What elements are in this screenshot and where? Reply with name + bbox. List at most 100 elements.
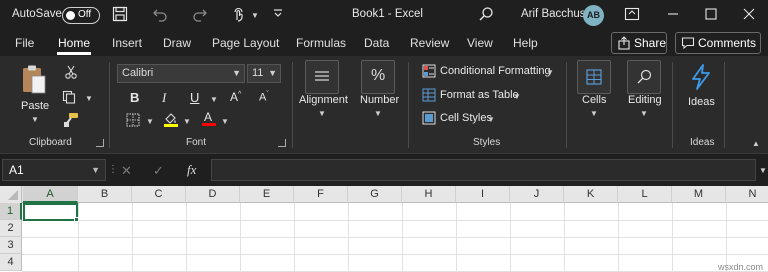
conditional-formatting-caret-icon[interactable]: ▼ xyxy=(546,68,554,77)
tab-file[interactable]: File xyxy=(15,36,34,50)
underline-caret-icon[interactable]: ▼ xyxy=(210,95,218,104)
share-button[interactable]: Share xyxy=(611,32,667,54)
name-box[interactable]: A1 ▼ xyxy=(2,159,106,181)
paste-label[interactable]: Paste xyxy=(21,100,49,112)
search-icon[interactable] xyxy=(478,6,496,24)
format-as-table-caret-icon[interactable]: ▼ xyxy=(513,92,521,101)
column-header-d[interactable]: D xyxy=(186,186,240,203)
editing-button-frame[interactable] xyxy=(627,60,661,94)
column-header-n[interactable]: N xyxy=(726,186,768,203)
number-label[interactable]: Number xyxy=(360,94,399,106)
paste-icon[interactable] xyxy=(20,64,48,98)
borders-icon[interactable] xyxy=(126,113,140,130)
increase-font-size-icon[interactable]: A^ xyxy=(230,90,241,104)
alignment-label[interactable]: Alignment xyxy=(299,94,348,106)
paste-caret-icon[interactable]: ▼ xyxy=(31,115,39,124)
cells-label[interactable]: Cells xyxy=(582,94,606,106)
comments-button[interactable]: Comments xyxy=(675,32,761,54)
tab-view[interactable]: View xyxy=(467,36,493,50)
font-launcher-icon[interactable] xyxy=(278,139,286,147)
fill-color-caret-icon[interactable]: ▼ xyxy=(183,117,191,126)
decrease-font-size-icon[interactable]: Aˇ xyxy=(259,91,269,104)
row-header-1[interactable]: 1 xyxy=(0,203,22,220)
copy-icon[interactable] xyxy=(62,90,76,107)
cancel-icon[interactable]: ✕ xyxy=(121,163,132,179)
column-header-j[interactable]: J xyxy=(510,186,564,203)
copy-caret-icon[interactable]: ▼ xyxy=(85,94,93,103)
tab-help[interactable]: Help xyxy=(513,36,538,50)
font-size-combo[interactable]: 11 ▼ xyxy=(247,64,281,83)
cut-icon[interactable] xyxy=(64,65,78,82)
redo-icon[interactable] xyxy=(192,6,210,24)
alignment-caret-icon[interactable]: ▼ xyxy=(318,109,326,118)
conditional-formatting-label[interactable]: Conditional Formatting xyxy=(440,65,551,77)
column-header-e[interactable]: E xyxy=(240,186,294,203)
editing-label[interactable]: Editing xyxy=(628,94,662,106)
enter-icon[interactable]: ✓ xyxy=(153,163,164,179)
cell-styles-icon[interactable] xyxy=(422,111,436,128)
row-header-4[interactable]: 4 xyxy=(0,254,22,271)
format-painter-icon[interactable] xyxy=(63,112,79,131)
alignment-button-frame[interactable] xyxy=(305,60,339,94)
format-as-table-icon[interactable] xyxy=(422,88,436,105)
column-header-l[interactable]: L xyxy=(618,186,672,203)
qat-caret-icon[interactable]: ▼ xyxy=(251,11,259,20)
fill-handle[interactable] xyxy=(74,217,79,222)
ribbon-display-options-icon[interactable] xyxy=(624,6,642,24)
user-name[interactable]: Arif Bacchus xyxy=(521,8,586,20)
cell-styles-label[interactable]: Cell Styles xyxy=(440,112,492,124)
editing-caret-icon[interactable]: ▼ xyxy=(640,109,648,118)
row-header-2[interactable]: 2 xyxy=(0,220,22,237)
conditional-formatting-icon[interactable] xyxy=(422,64,436,81)
insert-function-icon[interactable]: fx xyxy=(187,162,196,178)
tab-review[interactable]: Review xyxy=(410,36,449,50)
number-caret-icon[interactable]: ▼ xyxy=(374,109,382,118)
formula-input[interactable] xyxy=(211,159,756,181)
font-color-icon[interactable]: A xyxy=(201,110,217,130)
ideas-label[interactable]: Ideas xyxy=(688,96,715,108)
font-name-combo[interactable]: Calibri ▼ xyxy=(117,64,245,83)
column-header-h[interactable]: H xyxy=(402,186,456,203)
collapse-ribbon-icon[interactable]: ▲ xyxy=(752,139,760,148)
minimize-icon[interactable] xyxy=(665,6,683,24)
underline-icon[interactable]: U xyxy=(190,90,199,105)
tab-insert[interactable]: Insert xyxy=(112,36,142,50)
column-header-f[interactable]: F xyxy=(294,186,348,203)
column-header-m[interactable]: M xyxy=(672,186,726,203)
cell-styles-caret-icon[interactable]: ▼ xyxy=(487,115,495,124)
column-header-i[interactable]: I xyxy=(456,186,510,203)
expand-formula-bar-icon[interactable]: ▼ xyxy=(759,166,767,175)
row-header-3[interactable]: 3 xyxy=(0,237,22,254)
fill-color-icon[interactable] xyxy=(163,111,179,130)
format-as-table-label[interactable]: Format as Table xyxy=(440,89,519,101)
close-icon[interactable] xyxy=(741,6,759,24)
tab-data[interactable]: Data xyxy=(364,36,389,50)
select-all-corner[interactable] xyxy=(0,186,22,203)
save-icon[interactable] xyxy=(112,6,130,24)
column-header-b[interactable]: B xyxy=(78,186,132,203)
worksheet-grid[interactable]: A B C D E F G H I J K L M N 1 2 3 4 xyxy=(0,186,768,272)
column-header-a[interactable]: A xyxy=(23,186,78,203)
bold-icon[interactable]: B xyxy=(130,90,139,105)
borders-caret-icon[interactable]: ▼ xyxy=(146,117,154,126)
customize-toolbar-icon[interactable] xyxy=(272,8,290,26)
cells-caret-icon[interactable]: ▼ xyxy=(590,109,598,118)
active-cell-a1[interactable] xyxy=(23,203,78,221)
column-header-c[interactable]: C xyxy=(132,186,186,203)
column-header-k[interactable]: K xyxy=(564,186,618,203)
italic-icon[interactable]: I xyxy=(162,90,166,106)
maximize-icon[interactable] xyxy=(703,6,721,24)
tab-page-layout[interactable]: Page Layout xyxy=(212,36,279,50)
tab-draw[interactable]: Draw xyxy=(163,36,191,50)
touch-mode-icon[interactable] xyxy=(231,6,249,24)
clipboard-launcher-icon[interactable] xyxy=(96,139,104,147)
autosave-toggle[interactable]: Off xyxy=(62,7,100,24)
ideas-icon[interactable] xyxy=(690,64,712,93)
column-header-g[interactable]: G xyxy=(348,186,402,203)
tab-formulas[interactable]: Formulas xyxy=(296,36,346,50)
undo-icon[interactable] xyxy=(152,6,170,24)
tab-home[interactable]: Home xyxy=(58,36,90,50)
cells-button-frame[interactable] xyxy=(577,60,611,94)
font-color-caret-icon[interactable]: ▼ xyxy=(221,117,229,126)
number-button-frame[interactable]: % xyxy=(361,60,395,94)
